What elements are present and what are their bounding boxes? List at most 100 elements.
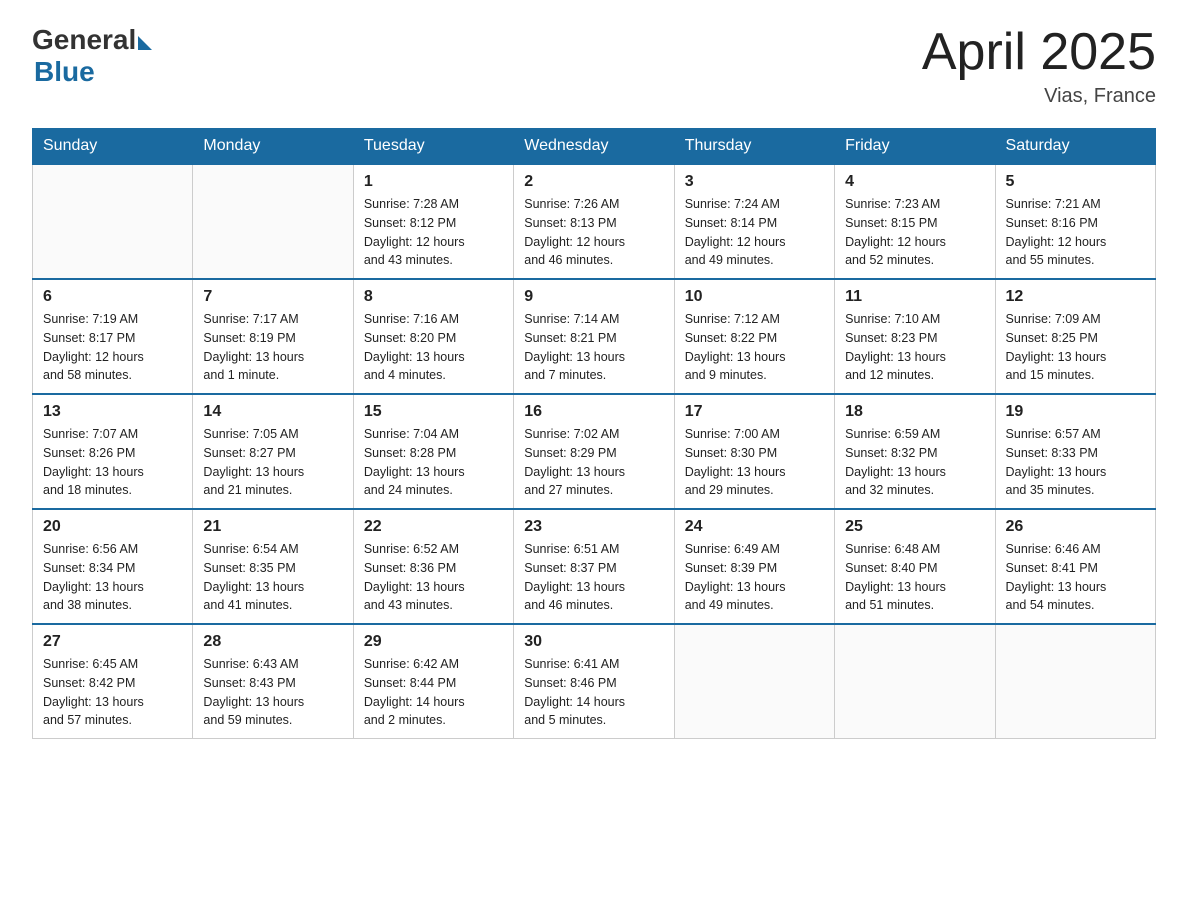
day-info: Sunrise: 6:46 AM Sunset: 8:41 PM Dayligh…: [1006, 540, 1145, 615]
calendar-day-cell: 29 Sunrise: 6:42 AM Sunset: 8:44 PM Dayli…: [353, 624, 513, 739]
logo-general-text: General: [32, 24, 136, 56]
calendar-day-cell: 10 Sunrise: 7:12 AM Sunset: 8:22 PM Dayli…: [674, 279, 834, 394]
page-header: General Blue April 2025 Vias, France: [32, 24, 1156, 108]
calendar-day-cell: 25 Sunrise: 6:48 AM Sunset: 8:40 PM Dayli…: [835, 509, 995, 624]
calendar-day-cell: 2 Sunrise: 7:26 AM Sunset: 8:13 PM Daylig…: [514, 164, 674, 279]
day-number: 11: [845, 288, 984, 306]
calendar-header-saturday: Saturday: [995, 129, 1155, 165]
day-info: Sunrise: 7:21 AM Sunset: 8:16 PM Dayligh…: [1006, 195, 1145, 270]
calendar-header-friday: Friday: [835, 129, 995, 165]
calendar-day-cell: 19 Sunrise: 6:57 AM Sunset: 8:33 PM Dayli…: [995, 394, 1155, 509]
day-info: Sunrise: 7:17 AM Sunset: 8:19 PM Dayligh…: [203, 310, 342, 385]
calendar-week-row: 6 Sunrise: 7:19 AM Sunset: 8:17 PM Daylig…: [33, 279, 1156, 394]
calendar-day-cell: 20 Sunrise: 6:56 AM Sunset: 8:34 PM Dayli…: [33, 509, 193, 624]
day-number: 16: [524, 403, 663, 421]
calendar-day-cell: 27 Sunrise: 6:45 AM Sunset: 8:42 PM Dayli…: [33, 624, 193, 739]
day-number: 13: [43, 403, 182, 421]
day-number: 20: [43, 518, 182, 536]
day-number: 23: [524, 518, 663, 536]
day-info: Sunrise: 7:00 AM Sunset: 8:30 PM Dayligh…: [685, 425, 824, 500]
logo-arrow-icon: [138, 36, 152, 50]
calendar-day-cell: 24Sunrise: 6:49 AM Sunset: 8:39 PM Dayli…: [674, 509, 834, 624]
day-info: Sunrise: 7:26 AM Sunset: 8:13 PM Dayligh…: [524, 195, 663, 270]
day-info: Sunrise: 7:02 AM Sunset: 8:29 PM Dayligh…: [524, 425, 663, 500]
day-number: 10: [685, 288, 824, 306]
day-info: Sunrise: 6:48 AM Sunset: 8:40 PM Dayligh…: [845, 540, 984, 615]
calendar-day-cell: 5 Sunrise: 7:21 AM Sunset: 8:16 PM Daylig…: [995, 164, 1155, 279]
calendar-day-cell: [33, 164, 193, 279]
calendar-day-cell: 17 Sunrise: 7:00 AM Sunset: 8:30 PM Dayli…: [674, 394, 834, 509]
calendar-day-cell: 6 Sunrise: 7:19 AM Sunset: 8:17 PM Daylig…: [33, 279, 193, 394]
day-info: Sunrise: 7:09 AM Sunset: 8:25 PM Dayligh…: [1006, 310, 1145, 385]
calendar-day-cell: 23 Sunrise: 6:51 AM Sunset: 8:37 PM Dayli…: [514, 509, 674, 624]
day-info: Sunrise: 7:05 AM Sunset: 8:27 PM Dayligh…: [203, 425, 342, 500]
day-number: 8: [364, 288, 503, 306]
day-number: 24: [685, 518, 824, 536]
calendar-header-row: SundayMondayTuesdayWednesdayThursdayFrid…: [33, 129, 1156, 165]
day-number: 12: [1006, 288, 1145, 306]
day-number: 4: [845, 173, 984, 191]
day-info: Sunrise: 7:16 AM Sunset: 8:20 PM Dayligh…: [364, 310, 503, 385]
calendar-day-cell: 12 Sunrise: 7:09 AM Sunset: 8:25 PM Dayli…: [995, 279, 1155, 394]
day-info: Sunrise: 6:43 AM Sunset: 8:43 PM Dayligh…: [203, 655, 342, 730]
calendar-day-cell: 7 Sunrise: 7:17 AM Sunset: 8:19 PM Daylig…: [193, 279, 353, 394]
calendar-header-monday: Monday: [193, 129, 353, 165]
day-info: Sunrise: 7:28 AM Sunset: 8:12 PM Dayligh…: [364, 195, 503, 270]
day-number: 17: [685, 403, 824, 421]
day-number: 2: [524, 173, 663, 191]
calendar-header-thursday: Thursday: [674, 129, 834, 165]
calendar-day-cell: 18Sunrise: 6:59 AM Sunset: 8:32 PM Dayli…: [835, 394, 995, 509]
calendar-day-cell: 13 Sunrise: 7:07 AM Sunset: 8:26 PM Dayli…: [33, 394, 193, 509]
day-number: 19: [1006, 403, 1145, 421]
logo-blue-text: Blue: [34, 56, 95, 88]
title-area: April 2025 Vias, France: [922, 24, 1156, 108]
calendar-week-row: 1 Sunrise: 7:28 AM Sunset: 8:12 PM Daylig…: [33, 164, 1156, 279]
calendar-day-cell: 22 Sunrise: 6:52 AM Sunset: 8:36 PM Dayli…: [353, 509, 513, 624]
day-info: Sunrise: 6:57 AM Sunset: 8:33 PM Dayligh…: [1006, 425, 1145, 500]
calendar-day-cell: 8 Sunrise: 7:16 AM Sunset: 8:20 PM Daylig…: [353, 279, 513, 394]
day-info: Sunrise: 7:07 AM Sunset: 8:26 PM Dayligh…: [43, 425, 182, 500]
day-number: 22: [364, 518, 503, 536]
day-info: Sunrise: 6:56 AM Sunset: 8:34 PM Dayligh…: [43, 540, 182, 615]
day-number: 7: [203, 288, 342, 306]
day-number: 9: [524, 288, 663, 306]
day-number: 3: [685, 173, 824, 191]
calendar-day-cell: 11Sunrise: 7:10 AM Sunset: 8:23 PM Dayli…: [835, 279, 995, 394]
logo: General Blue: [32, 24, 152, 88]
day-number: 21: [203, 518, 342, 536]
day-number: 30: [524, 633, 663, 651]
calendar-day-cell: 3 Sunrise: 7:24 AM Sunset: 8:14 PM Daylig…: [674, 164, 834, 279]
calendar-day-cell: [674, 624, 834, 739]
day-info: Sunrise: 7:12 AM Sunset: 8:22 PM Dayligh…: [685, 310, 824, 385]
day-info: Sunrise: 6:51 AM Sunset: 8:37 PM Dayligh…: [524, 540, 663, 615]
calendar-header-wednesday: Wednesday: [514, 129, 674, 165]
day-info: Sunrise: 6:41 AM Sunset: 8:46 PM Dayligh…: [524, 655, 663, 730]
day-info: Sunrise: 6:54 AM Sunset: 8:35 PM Dayligh…: [203, 540, 342, 615]
day-number: 26: [1006, 518, 1145, 536]
calendar-week-row: 20 Sunrise: 6:56 AM Sunset: 8:34 PM Dayli…: [33, 509, 1156, 624]
day-number: 14: [203, 403, 342, 421]
day-info: Sunrise: 7:14 AM Sunset: 8:21 PM Dayligh…: [524, 310, 663, 385]
calendar-table: SundayMondayTuesdayWednesdayThursdayFrid…: [32, 128, 1156, 739]
day-number: 28: [203, 633, 342, 651]
calendar-header-sunday: Sunday: [33, 129, 193, 165]
day-info: Sunrise: 6:52 AM Sunset: 8:36 PM Dayligh…: [364, 540, 503, 615]
day-number: 15: [364, 403, 503, 421]
calendar-header-tuesday: Tuesday: [353, 129, 513, 165]
location-text: Vias, France: [922, 85, 1156, 108]
day-info: Sunrise: 6:42 AM Sunset: 8:44 PM Dayligh…: [364, 655, 503, 730]
calendar-day-cell: 28 Sunrise: 6:43 AM Sunset: 8:43 PM Dayli…: [193, 624, 353, 739]
day-info: Sunrise: 7:19 AM Sunset: 8:17 PM Dayligh…: [43, 310, 182, 385]
calendar-day-cell: 4Sunrise: 7:23 AM Sunset: 8:15 PM Daylig…: [835, 164, 995, 279]
day-info: Sunrise: 6:45 AM Sunset: 8:42 PM Dayligh…: [43, 655, 182, 730]
calendar-day-cell: [995, 624, 1155, 739]
day-number: 25: [845, 518, 984, 536]
month-title: April 2025: [922, 24, 1156, 81]
calendar-day-cell: 15Sunrise: 7:04 AM Sunset: 8:28 PM Dayli…: [353, 394, 513, 509]
day-number: 5: [1006, 173, 1145, 191]
day-number: 27: [43, 633, 182, 651]
day-number: 29: [364, 633, 503, 651]
day-number: 1: [364, 173, 503, 191]
day-number: 6: [43, 288, 182, 306]
day-info: Sunrise: 7:24 AM Sunset: 8:14 PM Dayligh…: [685, 195, 824, 270]
